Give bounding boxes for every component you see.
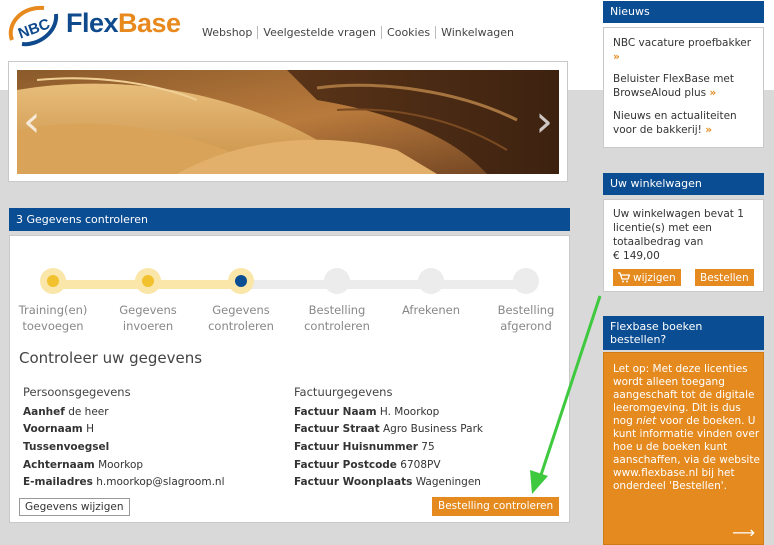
invoice-row: Factuur Huisnummer 75	[294, 441, 435, 453]
cart-order-button[interactable]: Bestellen	[695, 269, 754, 286]
step-dot-2	[135, 268, 161, 294]
step-dot-5	[418, 268, 444, 294]
invoice-row: Factuur Naam H. Moorkop	[294, 406, 440, 418]
nav-cookies[interactable]: Cookies	[381, 26, 435, 39]
step-label-5: Afrekenen	[401, 303, 461, 317]
cart-header: Uw winkelwagen	[603, 173, 764, 195]
step-label-4: Bestelling controleren	[304, 303, 370, 333]
annotation-arrow-icon	[530, 295, 602, 494]
step-dot-1	[40, 268, 66, 294]
nav-webshop[interactable]: Webshop	[200, 26, 257, 39]
raquo-icon: »	[613, 51, 620, 63]
promo-text: Let op: Met deze licenties wordt alleen …	[613, 363, 760, 492]
step-dot-4	[324, 268, 350, 294]
cart-box: Uw winkelwagen bevat 1 licentie(s) met e…	[603, 199, 764, 292]
banner-prev-icon[interactable]: ‹	[23, 100, 41, 144]
logo-wordmark: FlexBase	[66, 8, 181, 39]
cart-summary: Uw winkelwagen bevat 1 licentie(s) met e…	[613, 208, 744, 262]
nav-faq[interactable]: Veelgestelde vragen	[257, 26, 381, 39]
nav-cart[interactable]: Winkelwagen	[435, 26, 519, 39]
edit-details-button[interactable]: Gegevens wijzigen	[19, 498, 130, 516]
banner-next-icon[interactable]: ›	[535, 100, 553, 144]
personal-row: Achternaam Moorkop	[23, 459, 144, 471]
news-item[interactable]: NBC vacature proefbakker »	[613, 36, 758, 64]
cart-amount: € 149,00	[613, 250, 660, 262]
invoice-row: Factuur Postcode 6708PV	[294, 459, 441, 471]
logo-flex: Flex	[66, 8, 119, 38]
news-box: NBC vacature proefbakker » Beluister Fle…	[603, 27, 764, 148]
banner-frame: ‹ ›	[8, 61, 568, 182]
news-header: Nieuws	[603, 1, 764, 23]
step-label-2: Gegevens invoeren	[119, 303, 177, 333]
page-title: Controleer uw gegevens	[19, 349, 203, 367]
personal-row: Tussenvoegsel	[23, 441, 110, 453]
logo-base: Base	[118, 8, 181, 38]
raquo-icon: »	[709, 87, 717, 99]
step-dot-3	[228, 268, 254, 294]
news-item[interactable]: Beluister FlexBase met BrowseAloud plus …	[613, 72, 758, 100]
personal-row: Voornaam H	[23, 423, 94, 435]
invoice-row: Factuur Woonplaats Wageningen	[294, 476, 481, 488]
raquo-icon: »	[705, 124, 713, 136]
banner-image: ‹ ›	[17, 70, 559, 174]
nbc-badge-icon: NBC	[8, 5, 59, 47]
progress-line-todo	[236, 280, 526, 289]
logo-badge-text: NBC	[16, 15, 53, 42]
cart-edit-button[interactable]: wijzigen	[613, 269, 681, 286]
personal-row: Aanhef de heer	[23, 406, 109, 418]
invoice-title: Factuurgegevens	[294, 385, 393, 399]
arrow-right-icon[interactable]: ⟶	[732, 523, 755, 542]
checkout-panel: Training(en) toevoegen Gegevens invoeren G…	[9, 235, 570, 523]
step-label-3: Gegevens controleren	[208, 303, 274, 333]
section-header: 3 Gegevens controleren	[9, 208, 570, 231]
top-nav: Webshop Veelgestelde vragen Cookies Wink…	[200, 26, 519, 39]
flexbase-logo[interactable]: NBC FlexBase	[4, 2, 194, 52]
invoice-row: Factuur Straat Agro Business Park	[294, 423, 483, 435]
step-label-1: Training(en) toevoegen	[18, 303, 88, 333]
personal-title: Persoonsgegevens	[23, 385, 131, 399]
promo-header: Flexbase boeken bestellen?	[603, 316, 764, 350]
news-item[interactable]: Nieuws en actualiteiten voor de bakkerij…	[613, 109, 758, 137]
personal-row: E-mailadres h.moorkop@slagroom.nl	[23, 476, 225, 488]
promo-box: Let op: Met deze licenties wordt alleen …	[603, 352, 764, 545]
cart-icon	[618, 272, 630, 283]
